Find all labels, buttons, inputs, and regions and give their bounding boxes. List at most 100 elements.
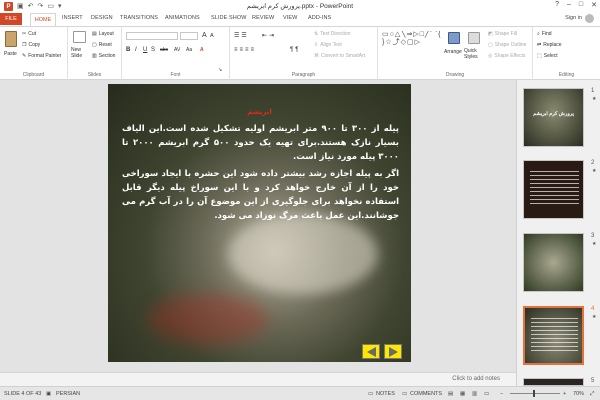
rtl-icons[interactable]: ¶¶ bbox=[290, 47, 300, 53]
find-icon: ⌕ bbox=[537, 31, 540, 37]
arrange-icon[interactable] bbox=[448, 32, 460, 44]
new-slide-icon[interactable] bbox=[73, 31, 86, 43]
shape-fill-button[interactable]: ◩ Shape Fill bbox=[488, 31, 517, 37]
tab-home[interactable]: HOME bbox=[30, 13, 56, 26]
animation-star-icon: ★ bbox=[592, 314, 597, 320]
animation-star-icon: ★ bbox=[592, 168, 597, 174]
shrink-font-button[interactable]: A bbox=[210, 33, 214, 39]
paste-button[interactable]: Paste bbox=[4, 51, 17, 57]
convert-smartart-label: Convert to SmartArt bbox=[321, 53, 366, 59]
zoom-out-icon[interactable]: − bbox=[500, 391, 503, 397]
align-text-icon: ⇳ bbox=[314, 42, 319, 48]
slide-thumbnail-selected[interactable] bbox=[523, 306, 584, 365]
zoom-slider[interactable] bbox=[510, 393, 560, 394]
slide-paragraph: پیله از ۳۰۰ تا ۹۰۰ متر ابریشم اولیه تشکی… bbox=[122, 124, 399, 162]
strikethrough-button[interactable]: abc bbox=[160, 47, 168, 53]
slide-thumbnail[interactable] bbox=[523, 233, 584, 292]
section-button[interactable]: ▥ Section bbox=[92, 53, 115, 59]
tab-slide-show[interactable]: SLIDE SHOW bbox=[211, 15, 247, 21]
close-button[interactable]: ✕ bbox=[591, 1, 597, 9]
normal-view-icon[interactable]: ▤ bbox=[448, 391, 453, 397]
align-text-button[interactable]: ⇳ Align Text bbox=[314, 42, 342, 48]
reading-view-icon[interactable]: ▥ bbox=[472, 391, 477, 397]
tab-animations[interactable]: ANIMATIONS bbox=[165, 15, 200, 21]
quick-styles-button[interactable]: Quick Styles bbox=[464, 48, 484, 60]
tab-view[interactable]: VIEW bbox=[283, 15, 297, 21]
slide-body-text[interactable]: پیله از ۳۰۰ تا ۹۰۰ متر ابریشم اولیه تشکی… bbox=[122, 122, 399, 226]
arrange-button[interactable]: Arrange bbox=[444, 49, 462, 55]
select-button[interactable]: ⬚ Select bbox=[537, 53, 558, 59]
editing-group: ⌕ Find ⇄ Replace ⬚ Select Editing bbox=[533, 27, 600, 80]
text-direction-button[interactable]: ⇅ Text Direction bbox=[314, 31, 351, 37]
tab-review[interactable]: REVIEW bbox=[252, 15, 274, 21]
slide-canvas[interactable]: ابریشم پیله از ۳۰۰ تا ۹۰۰ متر ابریشم اول… bbox=[108, 84, 411, 362]
tab-design[interactable]: DESIGN bbox=[91, 15, 113, 21]
layout-button[interactable]: ▤ Layout bbox=[92, 31, 114, 37]
fit-slide-icon[interactable]: ⤢ bbox=[590, 391, 594, 398]
slide-thumbnail[interactable]: پرورش کرم ابریشم bbox=[523, 88, 584, 147]
notes-toggle[interactable]: NOTES bbox=[376, 391, 395, 397]
tab-transitions[interactable]: TRANSITIONS bbox=[120, 15, 158, 21]
shapes-gallery[interactable]: ▭○△╲⇒▷□╱⌒{ }☆⤴◇▢▷ bbox=[382, 31, 442, 57]
underline-button[interactable]: U bbox=[143, 47, 147, 53]
maximize-button[interactable]: □ bbox=[579, 1, 583, 9]
font-label: Font bbox=[170, 72, 181, 78]
next-slide-button[interactable] bbox=[384, 344, 402, 359]
reset-icon: ▢ bbox=[92, 42, 97, 48]
tab-add-ins[interactable]: ADD-INS bbox=[308, 15, 331, 21]
slide-sorter-icon[interactable]: ▦ bbox=[460, 391, 465, 397]
notes-placeholder[interactable]: Click to add notes bbox=[452, 376, 500, 382]
tab-file[interactable]: FILE bbox=[0, 13, 22, 25]
shape-outline-button[interactable]: ▢ Shape Outline bbox=[488, 42, 526, 48]
cut-button[interactable]: ✂ Cut bbox=[22, 31, 36, 37]
font-size-field[interactable] bbox=[180, 32, 198, 40]
character-spacing-button[interactable]: AV bbox=[174, 47, 180, 53]
bullets-icon[interactable]: ☰☰ bbox=[234, 32, 249, 39]
notes-pane[interactable]: Click to add notes bbox=[0, 372, 516, 386]
reset-button[interactable]: ▢ Reset bbox=[92, 42, 112, 48]
shape-fill-label: Shape Fill bbox=[494, 31, 517, 37]
minimize-button[interactable]: – bbox=[567, 1, 571, 9]
sign-in-link[interactable]: Sign in bbox=[565, 15, 582, 21]
cut-icon: ✂ bbox=[22, 31, 27, 37]
italic-button[interactable]: I bbox=[135, 47, 137, 53]
shadow-button[interactable]: S bbox=[151, 47, 155, 53]
slide-counter: SLIDE 4 OF 43 bbox=[4, 391, 42, 397]
quick-styles-icon[interactable] bbox=[468, 32, 480, 44]
notes-icon: ▭ bbox=[368, 391, 374, 397]
slide-thumbnail[interactable] bbox=[523, 160, 584, 219]
window-title: پرورش کرم ابریشم.pptx - PowerPoint bbox=[246, 3, 354, 10]
zoom-level[interactable]: 70% bbox=[573, 391, 584, 397]
new-slide-button[interactable]: New Slide bbox=[71, 47, 89, 59]
slide-thumbnail[interactable] bbox=[523, 378, 584, 386]
bold-button[interactable]: B bbox=[126, 47, 130, 53]
font-name-field[interactable] bbox=[126, 32, 178, 40]
shape-effects-button[interactable]: ◎ Shape Effects bbox=[488, 53, 525, 59]
comments-toggle[interactable]: COMMENTS bbox=[410, 391, 442, 397]
zoom-slider-thumb[interactable] bbox=[533, 390, 535, 397]
grow-font-button[interactable]: A bbox=[202, 32, 207, 39]
spelling-icon[interactable]: ▣ bbox=[46, 391, 51, 397]
cut-label: Cut bbox=[28, 31, 36, 37]
find-button[interactable]: ⌕ Find bbox=[537, 31, 552, 37]
zoom-in-icon[interactable]: + bbox=[563, 391, 566, 397]
replace-label: Replace bbox=[543, 42, 562, 48]
slide-title[interactable]: ابریشم bbox=[108, 108, 411, 116]
indent-icon[interactable]: ⇤⇥ bbox=[262, 32, 276, 39]
avatar[interactable] bbox=[585, 14, 594, 23]
copy-button[interactable]: ❐ Copy bbox=[22, 42, 40, 48]
change-case-button[interactable]: Aa bbox=[186, 47, 192, 53]
paste-icon[interactable] bbox=[5, 31, 17, 47]
align-icons[interactable]: ≡≡≡≡ bbox=[234, 47, 256, 53]
format-painter-button[interactable]: ✎ Format Painter bbox=[22, 53, 61, 59]
language-indicator[interactable]: PERSIAN bbox=[56, 391, 80, 397]
tab-insert[interactable]: INSERT bbox=[62, 15, 83, 21]
slide-show-icon[interactable]: ▭ bbox=[484, 391, 489, 397]
font-color-button[interactable]: A bbox=[200, 47, 204, 53]
previous-slide-button[interactable] bbox=[362, 344, 380, 359]
convert-smartart-button[interactable]: ⌘ Convert to SmartArt bbox=[314, 53, 365, 59]
replace-button[interactable]: ⇄ Replace bbox=[537, 42, 562, 48]
ribbon: Paste ✂ Cut ❐ Copy ✎ Format Painter Clipboa… bbox=[0, 26, 600, 80]
help-button[interactable]: ? bbox=[555, 1, 559, 9]
shape-outline-icon: ▢ bbox=[488, 42, 493, 48]
